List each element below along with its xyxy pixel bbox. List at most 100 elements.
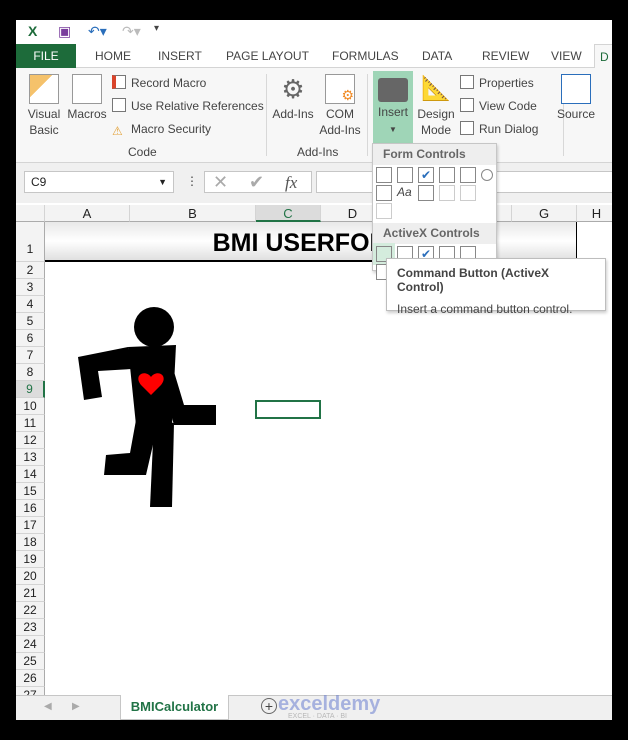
ribbon: Visual Basic Macros Record Macro Use Rel…: [16, 68, 612, 163]
row-header-7[interactable]: 7: [16, 347, 45, 364]
select-all-button[interactable]: [16, 205, 45, 222]
column-header-b[interactable]: B: [130, 205, 256, 222]
row-header-2[interactable]: 2: [16, 262, 45, 279]
checkbox-form-control[interactable]: ✔: [418, 167, 434, 183]
view-code-icon: [460, 98, 474, 112]
row-header-5[interactable]: 5: [16, 313, 45, 330]
row-header-6[interactable]: 6: [16, 330, 45, 347]
properties-icon: [460, 75, 474, 89]
run-dialog-button[interactable]: Run Dialog: [460, 119, 538, 139]
list-box-form-control[interactable]: [460, 167, 476, 183]
row-header-14[interactable]: 14: [16, 466, 45, 483]
group-box-form-control[interactable]: [376, 185, 392, 201]
formula-bar: C9 ▼ ⋮ ✕ ✔ fx: [16, 163, 612, 203]
chevron-down-icon: ▼: [389, 125, 397, 134]
combo-dropdown-form-control[interactable]: [376, 203, 392, 219]
combo-box-form-control[interactable]: [397, 167, 413, 183]
gears-icon: ⚙: [281, 74, 305, 104]
row-header-1[interactable]: 1: [16, 222, 45, 262]
tab-home[interactable]: HOME: [95, 44, 131, 68]
row-header-25[interactable]: 25: [16, 653, 45, 670]
tab-view[interactable]: VIEW: [551, 44, 582, 68]
form-controls-row-2: Aa: [373, 183, 496, 219]
visual-basic-button[interactable]: Visual Basic: [24, 74, 64, 138]
row-header-21[interactable]: 21: [16, 585, 45, 602]
tab-formulas[interactable]: FORMULAS: [332, 44, 399, 68]
row-header-4[interactable]: 4: [16, 296, 45, 313]
scroll-left-icon[interactable]: ◀: [44, 701, 52, 712]
row-header-24[interactable]: 24: [16, 636, 45, 653]
text-field-form-control[interactable]: [439, 185, 455, 201]
add-ins-button[interactable]: ⚙ Add-Ins: [270, 74, 316, 122]
row-header-9[interactable]: 9: [16, 381, 45, 398]
divider: [367, 74, 368, 156]
scroll-bar-form-control[interactable]: [418, 185, 434, 201]
relative-references-icon: [112, 98, 126, 112]
use-relative-references-button[interactable]: Use Relative References: [112, 96, 264, 116]
row-header-26[interactable]: 26: [16, 670, 45, 687]
row-header-8[interactable]: 8: [16, 364, 45, 381]
label-form-control[interactable]: Aa: [397, 185, 413, 201]
row-header-15[interactable]: 15: [16, 483, 45, 500]
spin-button-form-control[interactable]: [439, 167, 455, 183]
tab-developer[interactable]: D: [594, 44, 612, 68]
figure-arm-left: [78, 347, 132, 400]
xml-source-icon: [561, 74, 591, 104]
column-header-a[interactable]: A: [45, 205, 130, 222]
redo-icon[interactable]: ↷▾: [122, 23, 141, 40]
row-header-20[interactable]: 20: [16, 568, 45, 585]
row-header-18[interactable]: 18: [16, 534, 45, 551]
row-header-3[interactable]: 3: [16, 279, 45, 296]
option-button-form-control[interactable]: [481, 169, 493, 181]
row-header-12[interactable]: 12: [16, 432, 45, 449]
column-header-h[interactable]: H: [577, 205, 612, 222]
row-header-11[interactable]: 11: [16, 415, 45, 432]
figure-leg-right: [150, 420, 174, 507]
macros-icon: [72, 74, 102, 104]
visual-basic-icon: [29, 74, 59, 104]
tab-page-layout[interactable]: PAGE LAYOUT: [226, 44, 309, 68]
tab-review[interactable]: REVIEW: [482, 44, 529, 68]
sheet-tab-bmicalculator[interactable]: BMICalculator: [120, 695, 229, 720]
macro-security-button[interactable]: ⚠ Macro Security: [112, 119, 211, 139]
tooltip-description: Insert a command button control.: [397, 302, 573, 316]
button-form-control[interactable]: [376, 167, 392, 183]
row-header-13[interactable]: 13: [16, 449, 45, 466]
column-header-c[interactable]: C: [256, 205, 321, 222]
insert-controls-button[interactable]: Insert ▼: [373, 71, 413, 143]
column-header-g[interactable]: G: [512, 205, 577, 222]
row-header-22[interactable]: 22: [16, 602, 45, 619]
tab-data[interactable]: DATA: [422, 44, 452, 68]
tab-file[interactable]: FILE: [16, 44, 76, 68]
chevron-down-icon[interactable]: ▼: [158, 177, 167, 187]
combo-list-form-control[interactable]: [460, 185, 476, 201]
row-header-10[interactable]: 10: [16, 398, 45, 415]
customize-icon[interactable]: ▾: [154, 23, 159, 34]
selected-cell-c9[interactable]: [255, 400, 321, 419]
source-button[interactable]: Source: [554, 74, 598, 122]
scroll-right-icon[interactable]: ▶: [72, 701, 80, 712]
cancel-icon[interactable]: ✕: [213, 172, 228, 193]
row-header-16[interactable]: 16: [16, 500, 45, 517]
macros-button[interactable]: Macros: [66, 74, 108, 122]
insert-function-icon[interactable]: fx: [285, 173, 297, 193]
row-header-19[interactable]: 19: [16, 551, 45, 568]
com-add-ins-button[interactable]: ⚙ COM Add-Ins: [318, 74, 362, 138]
properties-button[interactable]: Properties: [460, 73, 534, 93]
name-box[interactable]: C9 ▼: [24, 171, 174, 193]
view-code-button[interactable]: View Code: [460, 96, 537, 116]
figure-head: [134, 307, 174, 347]
ribbon-tabs: FILE HOME INSERT PAGE LAYOUT FORMULAS DA…: [16, 44, 612, 68]
row-header-17[interactable]: 17: [16, 517, 45, 534]
figure-leg-left: [104, 420, 158, 475]
save-icon[interactable]: ▣: [58, 23, 71, 40]
row-header-23[interactable]: 23: [16, 619, 45, 636]
tab-insert[interactable]: INSERT: [158, 44, 202, 68]
title-cell[interactable]: BMI USERFORM: [45, 222, 577, 262]
design-mode-button[interactable]: 📐 Design Mode: [415, 74, 457, 138]
group-add-ins-label: Add-Ins: [297, 145, 339, 159]
group-code-label: Code: [128, 145, 157, 159]
record-macro-button[interactable]: Record Macro: [112, 73, 206, 93]
enter-icon[interactable]: ✔: [249, 172, 264, 193]
undo-icon[interactable]: ↶▾: [88, 23, 107, 40]
